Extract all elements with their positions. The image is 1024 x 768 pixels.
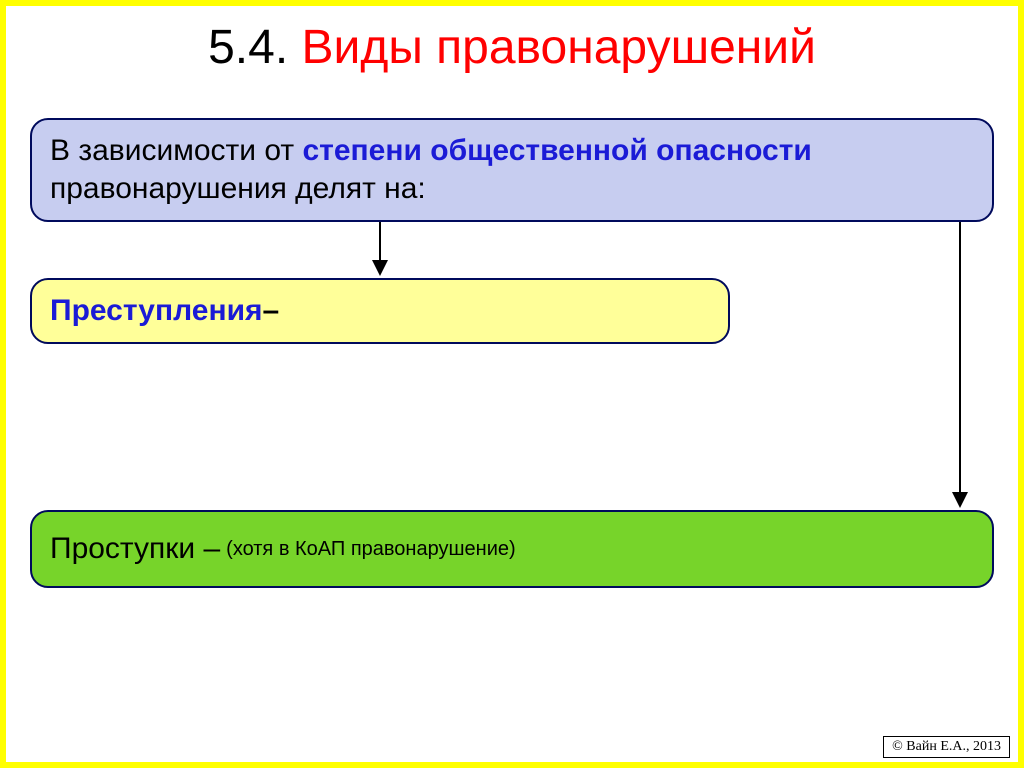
misdemeanors-label: Проступки – — [50, 530, 220, 568]
misdemeanors-box: Проступки – (хотя в КоАП правонарушение) — [30, 510, 994, 588]
title-text: Виды правонарушений — [302, 21, 816, 74]
crimes-label: Преступления — [50, 292, 263, 330]
criterion-part1: В зависимости от — [50, 134, 302, 167]
criterion-box: В зависимости от степени общественной оп… — [30, 118, 994, 222]
slide-frame — [0, 0, 1024, 768]
copyright-label: © Вайн Е.А., 2013 — [883, 736, 1010, 758]
title-number: 5.4. — [208, 21, 288, 74]
criterion-part2: правонарушения делят на: — [50, 172, 426, 205]
criterion-highlight: степени общественной опасности — [302, 134, 811, 167]
crimes-box: Преступления – — [30, 278, 730, 344]
misdemeanors-note: (хотя в КоАП правонарушение) — [226, 537, 516, 562]
crimes-dash: – — [263, 292, 280, 330]
slide-title: 5.4. Виды правонарушений — [0, 22, 1024, 75]
